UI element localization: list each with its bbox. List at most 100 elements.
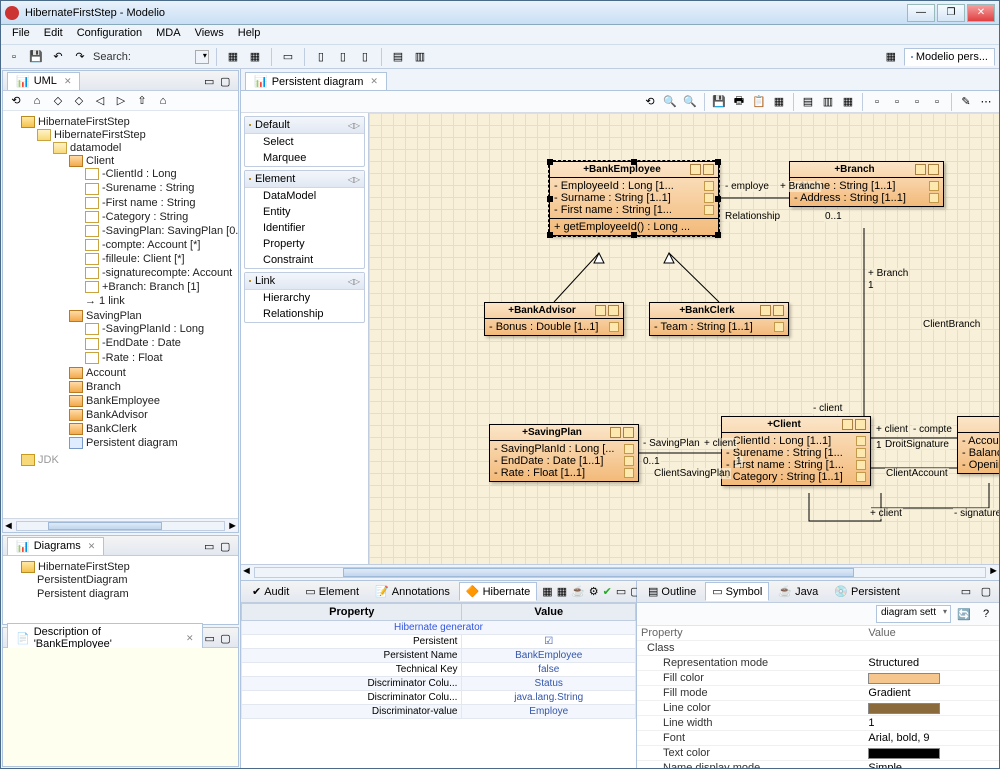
tab-hibernate[interactable]: 🔶Hibernate <box>459 582 537 601</box>
fwd-icon[interactable]: ▷ <box>112 92 130 110</box>
palette-select[interactable]: Select <box>245 134 364 150</box>
class-bankadvisor[interactable]: +BankAdvisor - Bonus : Double [1..1] <box>484 302 624 336</box>
nav-icon[interactable]: ⟲ <box>7 92 25 110</box>
tool8-icon[interactable]: ▥ <box>411 48 429 66</box>
back-icon[interactable]: ◁ <box>91 92 109 110</box>
diagram-canvas[interactable]: +BankEmployee - EmployeeId : Long [1...-… <box>369 113 999 564</box>
close-button[interactable]: ✕ <box>967 4 995 22</box>
search-dropdown[interactable] <box>195 50 209 64</box>
prop-icon[interactable]: ▦ <box>541 583 553 601</box>
close-icon[interactable]: ✕ <box>186 633 194 644</box>
canvas-hscroll[interactable]: ◄► <box>241 564 999 580</box>
menu-views[interactable]: Views <box>188 25 231 44</box>
minimize-button[interactable]: — <box>907 4 935 22</box>
new-icon[interactable]: ▫ <box>5 48 23 66</box>
nav4-icon[interactable]: ◇ <box>70 92 88 110</box>
menu-configuration[interactable]: Configuration <box>70 25 149 44</box>
menu-help[interactable]: Help <box>231 25 268 44</box>
zoom-out-icon[interactable]: 🔍 <box>681 93 699 111</box>
perspective-icon[interactable]: ▦ <box>882 48 900 66</box>
dist-icon[interactable]: ▫ <box>868 93 886 111</box>
class-bankemployee[interactable]: +BankEmployee - EmployeeId : Long [1...-… <box>549 161 719 236</box>
maximize-icon[interactable]: ▢ <box>220 75 234 87</box>
properties-table[interactable]: PropertyValue Hibernate generator Persis… <box>241 603 636 768</box>
menu-mda[interactable]: MDA <box>149 25 187 44</box>
symbol-tabs: ▤Outline ▭Symbol ☕Java 💿Persistent ▭▢ <box>637 581 999 603</box>
window-title: HibernateFirstStep - Modelio <box>25 7 907 19</box>
tab-outline[interactable]: ▤Outline <box>641 582 703 601</box>
redo-icon[interactable]: ↷ <box>71 48 89 66</box>
up-icon[interactable]: ⇧ <box>133 92 151 110</box>
palette-identifier[interactable]: Identifier <box>245 220 364 236</box>
tool3-icon[interactable]: ▭ <box>279 48 297 66</box>
class-savingplan[interactable]: +SavingPlan - SavingPlanId : Long [...- … <box>489 424 639 482</box>
tool4-icon[interactable]: ▯ <box>312 48 330 66</box>
tab-java[interactable]: ☕Java <box>771 582 825 601</box>
sync-icon[interactable]: 🔄 <box>955 605 973 623</box>
tool-icon[interactable]: ▦ <box>224 48 242 66</box>
close-icon[interactable]: ✕ <box>88 541 96 552</box>
diagrams-tree[interactable]: HibernateFirstStep PersistentDiagramPers… <box>3 556 238 624</box>
palette-property[interactable]: Property <box>245 236 364 252</box>
save-diag-icon[interactable]: 💾 <box>710 93 728 111</box>
copy-icon[interactable]: 📋 <box>750 93 768 111</box>
persist-icon <box>703 164 714 175</box>
diagram-tab[interactable]: 📊Persistent diagram✕ <box>245 72 387 90</box>
tab-audit[interactable]: ✔Audit <box>245 582 296 601</box>
tool7-icon[interactable]: ▤ <box>389 48 407 66</box>
align3-icon[interactable]: ▦ <box>839 93 857 111</box>
palette-hierarchy[interactable]: Hierarchy <box>245 290 364 306</box>
home-icon[interactable]: ⌂ <box>154 92 172 110</box>
nav2-icon[interactable]: ⌂ <box>28 92 46 110</box>
align-icon[interactable]: ▤ <box>799 93 817 111</box>
save-icon[interactable]: 💾 <box>27 48 45 66</box>
dist3-icon[interactable]: ▫ <box>908 93 926 111</box>
menu-file[interactable]: File <box>5 25 37 44</box>
prop4-icon[interactable]: ⚙ <box>588 583 600 601</box>
undo-icon[interactable]: ↶ <box>49 48 67 66</box>
zoom-reset-icon[interactable]: ⟲ <box>641 93 659 111</box>
symbol-table[interactable]: PropertyValue Class Representation modeS… <box>637 626 999 768</box>
prop-ok-icon[interactable]: ✔ <box>602 583 613 601</box>
close-icon[interactable]: ✕ <box>64 76 72 87</box>
grid-icon[interactable]: ▦ <box>770 93 788 111</box>
dist4-icon[interactable]: ▫ <box>928 93 946 111</box>
description-body[interactable] <box>3 648 238 766</box>
uml-hscroll[interactable]: ◄► <box>3 518 238 532</box>
tab-element[interactable]: ▭Element <box>298 582 366 601</box>
palette-constraint[interactable]: Constraint <box>245 252 364 268</box>
minimize-icon[interactable]: ▭ <box>204 75 218 87</box>
maximize-button[interactable]: ❐ <box>937 4 965 22</box>
tool5-icon[interactable]: ▯ <box>334 48 352 66</box>
prop3-icon[interactable]: ☕ <box>570 583 586 601</box>
diagrams-tab[interactable]: 📊Diagrams✕ <box>7 537 104 555</box>
tab-symbol[interactable]: ▭Symbol <box>705 582 769 601</box>
align2-icon[interactable]: ▥ <box>819 93 837 111</box>
palette-marquee[interactable]: Marquee <box>245 150 364 166</box>
uml-tree[interactable]: HibernateFirstStep HibernateFirstStep da… <box>3 111 238 518</box>
more-icon[interactable]: ⋯ <box>977 93 995 111</box>
zoom-in-icon[interactable]: 🔍 <box>661 93 679 111</box>
perspective-button[interactable]: Modelio pers... <box>904 48 995 66</box>
close-icon[interactable]: ✕ <box>370 76 378 87</box>
edit-icon[interactable]: ✎ <box>957 93 975 111</box>
tool6-icon[interactable]: ▯ <box>356 48 374 66</box>
tab-persistent[interactable]: 💿Persistent <box>827 582 907 601</box>
window-titlebar: HibernateFirstStep - Modelio — ❐ ✕ <box>1 1 999 25</box>
tab-annotations[interactable]: 📝Annotations <box>368 582 457 601</box>
print-icon[interactable]: 🖶 <box>730 93 748 111</box>
prop2-icon[interactable]: ▦ <box>556 583 568 601</box>
palette-datamodel[interactable]: DataModel <box>245 188 364 204</box>
palette-entity[interactable]: Entity <box>245 204 364 220</box>
class-account[interactable]: +Account - AccountNumber : Lon...- Balan… <box>957 416 999 474</box>
menu-edit[interactable]: Edit <box>37 25 70 44</box>
nav3-icon[interactable]: ◇ <box>49 92 67 110</box>
class-bankclerk[interactable]: +BankClerk - Team : String [1..1] <box>649 302 789 336</box>
uml-tab[interactable]: 📊UML✕ <box>7 72 80 90</box>
tool2-icon[interactable]: ▦ <box>246 48 264 66</box>
dist2-icon[interactable]: ▫ <box>888 93 906 111</box>
diagram-settings-dropdown[interactable]: diagram sett <box>876 605 951 623</box>
palette-relationship[interactable]: Relationship <box>245 306 364 322</box>
help-icon[interactable]: ? <box>977 605 995 623</box>
class-client[interactable]: +Client - ClientId : Long [1..1]- Surena… <box>721 416 871 486</box>
